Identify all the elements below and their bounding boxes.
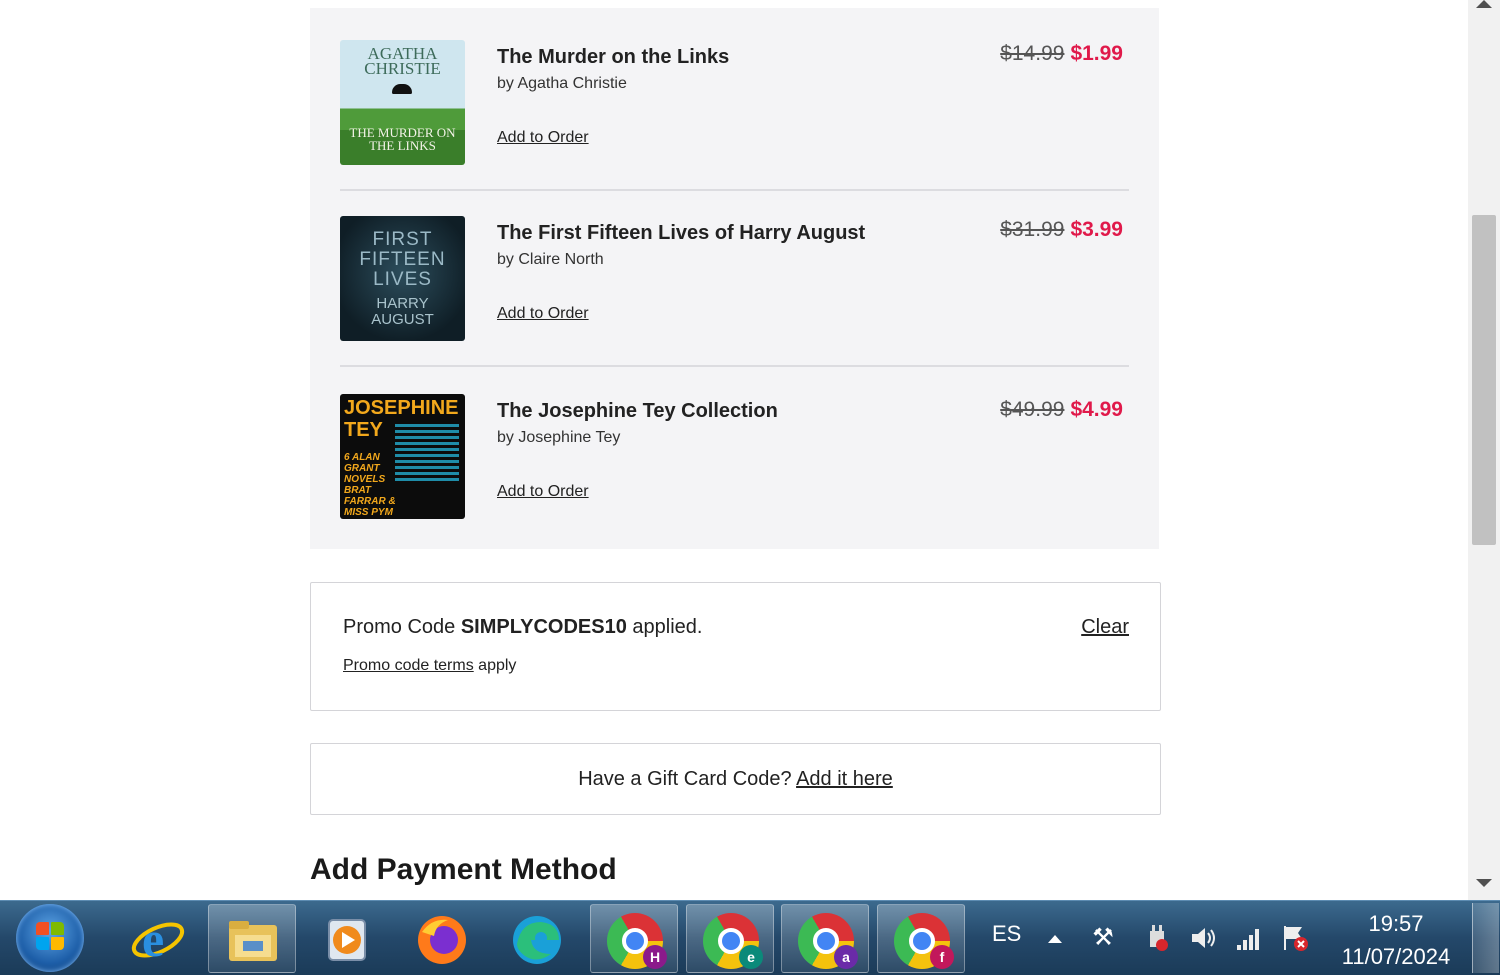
- cover-title-text: THE MURDER ON THE LINKS: [349, 125, 456, 153]
- taskbar-chrome-profile-h[interactable]: H: [590, 904, 678, 973]
- offer-author: by Agatha Christie: [497, 75, 627, 92]
- media-player-icon: [328, 919, 366, 961]
- svg-text:e: e: [142, 911, 164, 967]
- taskbar-chrome-profile-f[interactable]: f: [877, 904, 965, 973]
- folder-icon: [229, 921, 277, 961]
- gift-card-box: Have a Gift Card Code? Add it here: [310, 743, 1161, 815]
- internet-explorer-icon: e: [131, 911, 185, 967]
- book-cover: FIRST FIFTEEN LIVES HARRY AUGUST: [340, 216, 465, 341]
- promo-code: SIMPLYCODES10: [460, 616, 627, 638]
- profile-badge: a: [834, 945, 858, 969]
- page-viewport: AGATHA CHRISTIE THE MURDER ON THE LINKS …: [0, 0, 1468, 900]
- original-price: $31.99: [1000, 218, 1065, 241]
- sale-price: $1.99: [1070, 42, 1123, 65]
- book-cover: AGATHA CHRISTIE THE MURDER ON THE LINKS: [340, 40, 465, 165]
- taskbar-chrome-profile-e[interactable]: e: [686, 904, 774, 973]
- tools-icon[interactable]: ⚒: [1088, 923, 1118, 953]
- taskbar-edge[interactable]: [493, 904, 581, 973]
- clock-time[interactable]: 19:57: [1340, 911, 1452, 937]
- taskbar-chrome-profile-a[interactable]: a: [781, 904, 869, 973]
- taskbar-firefox[interactable]: [398, 904, 486, 973]
- offer-item: JOSEPHINE TEY 6 ALAN GRANT NOVELS BRAT F…: [340, 362, 1129, 538]
- language-indicator[interactable]: ES: [992, 921, 1021, 947]
- taskbar-internet-explorer[interactable]: e: [114, 904, 202, 973]
- edge-icon: [513, 916, 561, 964]
- clock-date[interactable]: 11/07/2024: [1330, 944, 1462, 970]
- scroll-thumb[interactable]: [1472, 215, 1496, 545]
- profile-badge: f: [930, 945, 954, 969]
- promo-suffix: applied.: [632, 616, 703, 638]
- promo-terms: Promo code terms apply: [343, 657, 516, 675]
- offers-panel: AGATHA CHRISTIE THE MURDER ON THE LINKS …: [310, 8, 1159, 549]
- book-cover: JOSEPHINE TEY 6 ALAN GRANT NOVELS BRAT F…: [340, 394, 465, 519]
- original-price: $49.99: [1000, 398, 1065, 421]
- promo-terms-link[interactable]: Promo code terms: [343, 657, 474, 674]
- promo-prefix: Promo Code: [343, 616, 456, 638]
- show-desktop-button[interactable]: [1472, 903, 1499, 973]
- gift-card-question: Have a Gift Card Code?: [578, 768, 792, 790]
- network-signal-icon[interactable]: [1234, 923, 1264, 953]
- clear-promo-button[interactable]: Clear: [1081, 616, 1129, 639]
- add-to-order-link[interactable]: Add to Order: [497, 483, 589, 501]
- payment-heading: Add Payment Method: [310, 853, 617, 886]
- profile-badge: H: [643, 945, 667, 969]
- taskbar-media-player[interactable]: [303, 904, 391, 973]
- scroll-down-arrow-icon[interactable]: [1476, 879, 1492, 887]
- cover-hat-icon: [392, 84, 412, 94]
- offer-author: by Claire North: [497, 251, 604, 268]
- offer-title: The Josephine Tey Collection: [497, 400, 778, 422]
- start-button[interactable]: [16, 904, 84, 972]
- offer-price: $49.99 $4.99: [1000, 398, 1123, 422]
- taskbar-file-explorer[interactable]: [208, 904, 296, 973]
- offer-price: $31.99 $3.99: [1000, 218, 1123, 242]
- add-gift-card-link[interactable]: Add it here: [796, 768, 893, 790]
- sale-price: $4.99: [1070, 398, 1123, 421]
- offer-author: by Josephine Tey: [497, 429, 621, 446]
- offer-title: The First Fifteen Lives of Harry August: [497, 222, 866, 244]
- vertical-scrollbar[interactable]: [1468, 0, 1500, 900]
- profile-badge: e: [739, 945, 763, 969]
- cover-subtitle-text: HARRY AUGUST: [371, 295, 434, 328]
- offer-price: $14.99 $1.99: [1000, 42, 1123, 66]
- volume-icon[interactable]: [1188, 923, 1218, 953]
- promo-status: Promo Code SIMPLYCODES10 applied.: [343, 616, 702, 639]
- offer-title: The Murder on the Links: [497, 46, 730, 68]
- offer-item: AGATHA CHRISTIE THE MURDER ON THE LINKS …: [340, 8, 1129, 184]
- original-price: $14.99: [1000, 42, 1065, 65]
- scroll-up-arrow-icon[interactable]: [1476, 0, 1492, 8]
- add-to-order-link[interactable]: Add to Order: [497, 129, 589, 147]
- windows-logo-icon: [36, 922, 66, 952]
- firefox-icon: [418, 916, 466, 964]
- add-to-order-link[interactable]: Add to Order: [497, 305, 589, 323]
- cover-title-text: FIRST FIFTEEN LIVES: [359, 229, 446, 290]
- promo-code-box: Promo Code SIMPLYCODES10 applied. Promo …: [310, 582, 1161, 711]
- offer-item: FIRST FIFTEEN LIVES HARRY AUGUST The Fir…: [340, 184, 1129, 360]
- gift-card-prompt: Have a Gift Card Code? Add it here: [311, 768, 1160, 791]
- taskbar: e H e a f ES ⚒ 19:57 11/07/2024: [0, 900, 1500, 975]
- sale-price: $3.99: [1070, 218, 1123, 241]
- promo-terms-suffix: apply: [478, 657, 517, 674]
- cover-subtitle-text: 6 ALAN GRANT NOVELS BRAT FARRAR & MISS P…: [344, 452, 396, 519]
- show-hidden-icons-icon[interactable]: [1048, 935, 1062, 943]
- action-center-flag-icon[interactable]: [1280, 923, 1310, 953]
- cover-author-text: AGATHA CHRISTIE: [364, 44, 441, 78]
- power-plug-icon[interactable]: [1142, 923, 1172, 953]
